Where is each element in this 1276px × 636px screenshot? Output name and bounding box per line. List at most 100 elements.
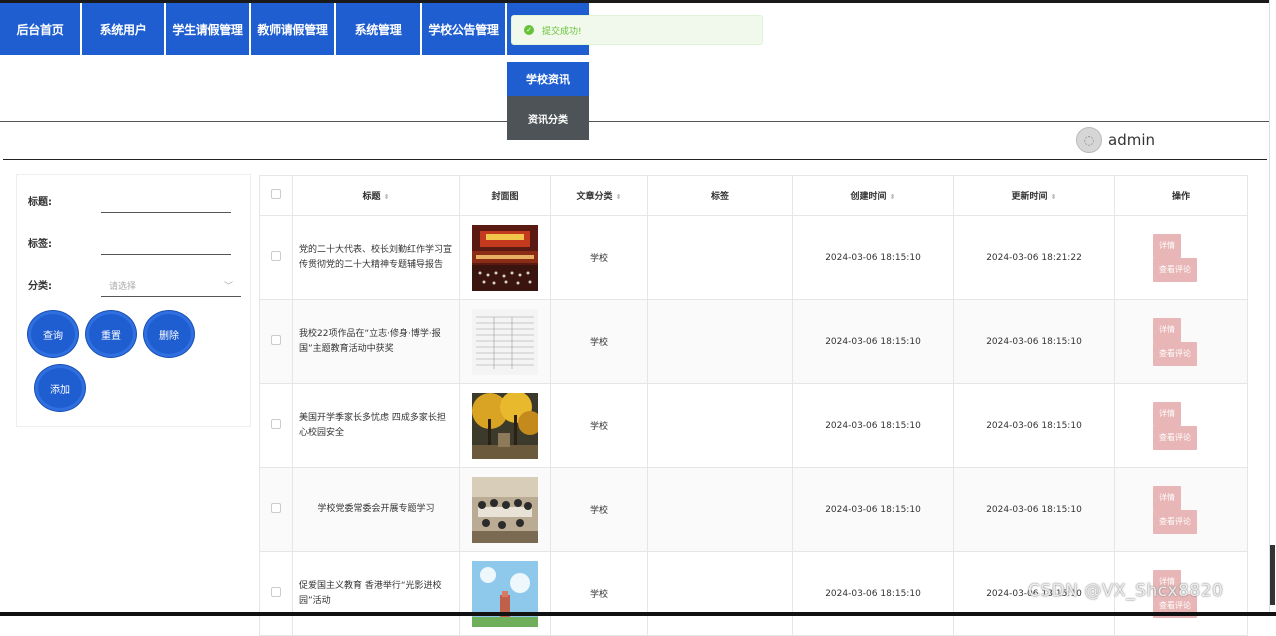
news-dropdown-menu: 学校资讯 资讯分类 [507, 62, 589, 140]
row-title: 美国开学季家长多忧虑 四成多家长担心校园安全 [292, 383, 460, 468]
sort-icon[interactable]: ⬍ [1051, 193, 1057, 201]
cover-image [459, 383, 551, 468]
row-tag [647, 467, 793, 552]
nav-school-announcements[interactable]: 学校公告管理 [422, 3, 507, 55]
row-created-time: 2024-03-06 18:15:10 [792, 215, 954, 300]
avatar-icon: ◌ [1076, 127, 1102, 153]
row-actions: 详情 查看评论 [1114, 299, 1248, 384]
header-divider-right [589, 121, 1276, 122]
title-input[interactable] [101, 212, 231, 213]
row-created-time: 2024-03-06 18:15:10 [792, 467, 954, 552]
watermark-text: CSDN @VX_Shcx8820 [1028, 581, 1224, 601]
category-placeholder: 请选择 [109, 282, 137, 292]
column-header-updated[interactable]: 更新时间 ⬍ [953, 175, 1115, 216]
content-divider [3, 159, 1267, 160]
row-title: 学校党委常委会开展专题学习 [292, 467, 460, 552]
cover-image [459, 215, 551, 300]
row-updated-time: 2024-03-06 18:15:10 [953, 383, 1115, 468]
row-updated-time: 2024-03-06 18:21:22 [953, 215, 1115, 300]
user-menu[interactable]: ◌ admin [1076, 127, 1155, 153]
row-created-time: 2024-03-06 18:15:10 [792, 383, 954, 468]
row-title: 我校22项作品在“立志·修身·博学·报国”主题教育活动中获奖 [292, 299, 460, 384]
cover-image-auditorium [472, 224, 538, 291]
add-button[interactable]: 添加 [35, 365, 85, 411]
sort-icon[interactable]: ⬍ [384, 193, 390, 201]
query-button[interactable]: 查询 [28, 311, 78, 357]
top-nav: 后台首页 系统用户 学生请假管理 教师请假管理 系统管理 学校公告管理 [0, 3, 589, 55]
tag-input[interactable] [101, 254, 231, 255]
detail-button[interactable]: 详情 [1153, 485, 1181, 510]
row-updated-time: 2024-03-06 18:15:10 [953, 467, 1115, 552]
row-updated-time: 2024-03-06 18:15:10 [953, 299, 1115, 384]
category-select[interactable]: 请选择 ﹀ [101, 275, 241, 297]
news-table: 标题 ⬍ 封面图 文章分类 ⬍ 标签 创建时间 ⬍ 更新时间 ⬍ 操作 党的二十大代表、… [259, 175, 1248, 636]
nav-student-leave[interactable]: 学生请假管理 [166, 3, 251, 55]
nav-teacher-leave[interactable]: 教师请假管理 [251, 3, 336, 55]
row-checkbox[interactable] [259, 215, 293, 300]
view-comments-button[interactable]: 查看评论 [1153, 425, 1197, 450]
row-tag [647, 383, 793, 468]
row-tag [647, 551, 793, 636]
row-category: 学校 [550, 383, 648, 468]
window-bottom-border [0, 612, 1276, 616]
column-header-actions: 操作 [1114, 175, 1248, 216]
table-row: 党的二十大代表、校长刘勤红作学习宣传贯彻党的二十大精神专题辅导报告 学校 202… [259, 215, 1248, 300]
column-header-title[interactable]: 标题 ⬍ [292, 175, 460, 216]
cover-image-tower-sky [472, 560, 538, 627]
detail-button[interactable]: 详情 [1153, 317, 1181, 342]
row-category: 学校 [550, 467, 648, 552]
row-tag [647, 215, 793, 300]
row-created-time: 2024-03-06 18:15:10 [792, 299, 954, 384]
view-comments-button[interactable]: 查看评论 [1153, 341, 1197, 366]
column-header-cover: 封面图 [459, 175, 551, 216]
column-header-category[interactable]: 文章分类 ⬍ [550, 175, 648, 216]
column-header-created[interactable]: 创建时间 ⬍ [792, 175, 954, 216]
view-comments-button[interactable]: 查看评论 [1153, 509, 1197, 534]
cover-image [459, 467, 551, 552]
user-name: admin [1108, 131, 1155, 149]
success-toast: ✓ 提交成功! [511, 15, 763, 45]
reset-button[interactable]: 重置 [86, 311, 136, 357]
row-title: 促爱国主义教育 香港举行“光影进校园”活动 [292, 551, 460, 636]
nav-home[interactable]: 后台首页 [0, 3, 82, 55]
tag-label: 标签: [28, 239, 52, 250]
cover-image-autumn-trees [472, 392, 538, 459]
dropdown-item-news-category[interactable]: 资讯分类 [507, 96, 589, 140]
header-divider [0, 121, 507, 122]
row-checkbox[interactable] [259, 551, 293, 636]
row-actions: 详情 查看评论 [1114, 215, 1248, 300]
row-category: 学校 [550, 299, 648, 384]
row-checkbox[interactable] [259, 467, 293, 552]
table-row: 学校党委常委会开展专题学习 学校 2024-03-06 18:15:10 202… [259, 467, 1248, 552]
dropdown-item-school-news[interactable]: 学校资讯 [507, 62, 589, 96]
table-row: 我校22项作品在“立志·修身·博学·报国”主题教育活动中获奖 学校 2024-0… [259, 299, 1248, 384]
row-title: 党的二十大代表、校长刘勤红作学习宣传贯彻党的二十大精神专题辅导报告 [292, 215, 460, 300]
scrollbar-thumb[interactable] [1270, 545, 1275, 605]
cover-image [459, 551, 551, 636]
delete-button[interactable]: 删除 [144, 311, 194, 357]
detail-button[interactable]: 详情 [1153, 233, 1181, 258]
filter-panel: 标题: 标签: 分类: 请选择 ﹀ 查询 重置 删除 添加 [16, 174, 251, 427]
cover-image-meeting [472, 476, 538, 543]
row-created-time: 2024-03-06 18:15:10 [792, 551, 954, 636]
row-tag [647, 299, 793, 384]
select-all-checkbox[interactable] [259, 175, 293, 216]
view-comments-button[interactable]: 查看评论 [1153, 257, 1197, 282]
nav-system-users[interactable]: 系统用户 [82, 3, 166, 55]
detail-button[interactable]: 详情 [1153, 401, 1181, 426]
check-circle-icon: ✓ [524, 25, 534, 35]
table-header-row: 标题 ⬍ 封面图 文章分类 ⬍ 标签 创建时间 ⬍ 更新时间 ⬍ 操作 [259, 175, 1248, 216]
cover-image-document [472, 308, 538, 375]
scrollbar-track[interactable] [1269, 0, 1276, 616]
row-checkbox[interactable] [259, 383, 293, 468]
chevron-down-icon: ﹀ [223, 282, 233, 292]
column-header-tag: 标签 [647, 175, 793, 216]
cover-image [459, 299, 551, 384]
title-label: 标题: [28, 197, 52, 208]
sort-icon[interactable]: ⬍ [890, 193, 896, 201]
row-checkbox[interactable] [259, 299, 293, 384]
nav-system-management[interactable]: 系统管理 [336, 3, 422, 55]
sort-icon[interactable]: ⬍ [616, 193, 622, 201]
category-label: 分类: [28, 281, 52, 292]
row-actions: 详情 查看评论 [1114, 467, 1248, 552]
